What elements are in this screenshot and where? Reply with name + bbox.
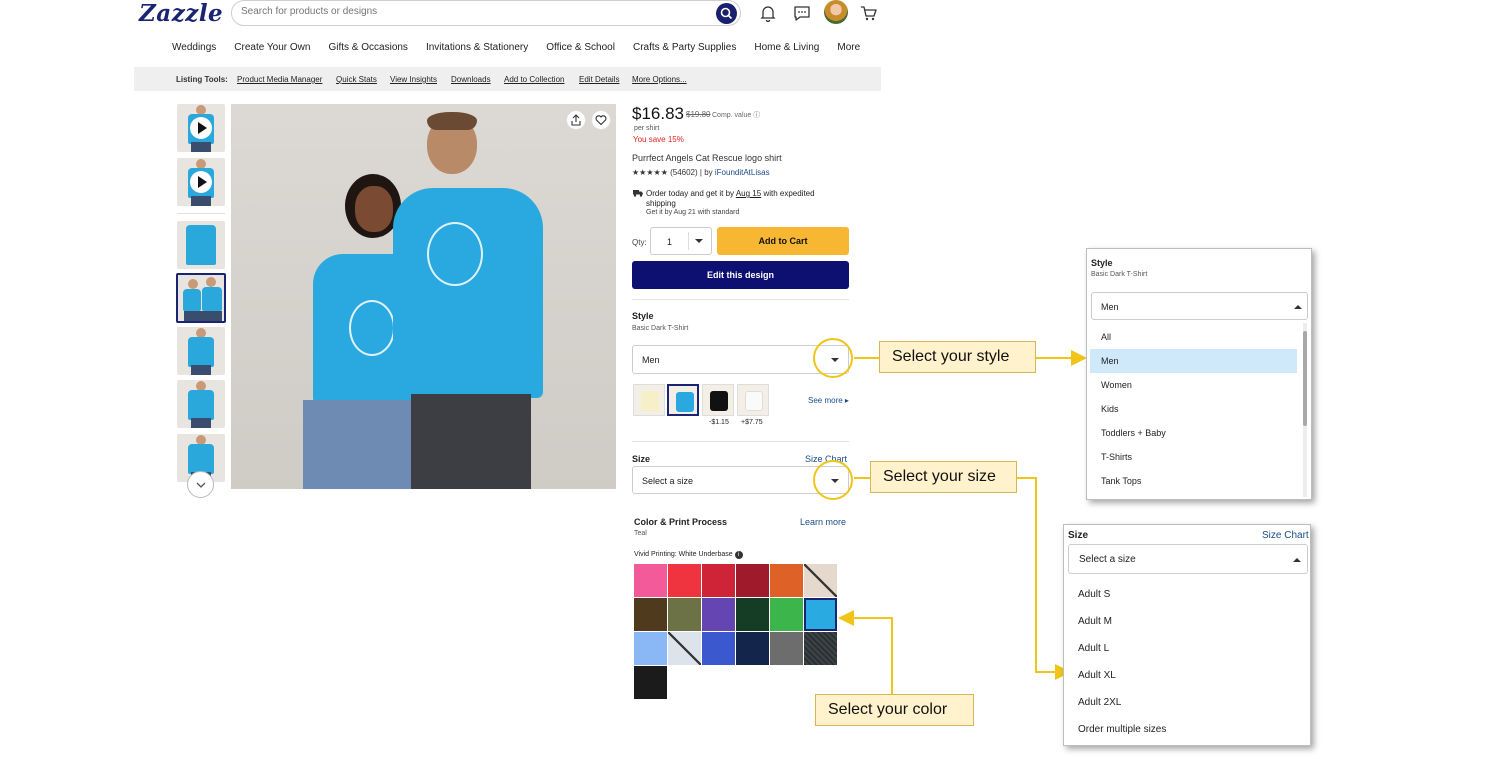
- style-option-men[interactable]: Men: [1101, 356, 1119, 366]
- style-popup-scrollbar-thumb[interactable]: [1303, 331, 1307, 426]
- caret-up-icon: [1293, 558, 1301, 562]
- popup-style-select-value: Men: [1101, 302, 1119, 312]
- style-option-highlight: [1090, 349, 1297, 373]
- popup-style-subheading: Basic Dark T-Shirt: [1091, 271, 1148, 278]
- size-option-adult-m[interactable]: Adult M: [1078, 616, 1112, 627]
- popup-size-select[interactable]: Select a size: [1068, 544, 1308, 574]
- size-option-multiple[interactable]: Order multiple sizes: [1078, 724, 1166, 735]
- size-option-adult-2xl[interactable]: Adult 2XL: [1078, 697, 1121, 708]
- style-option-toddlers-baby[interactable]: Toddlers + Baby: [1101, 428, 1166, 438]
- style-option-tank-tops[interactable]: Tank Tops: [1101, 476, 1141, 486]
- size-option-adult-l[interactable]: Adult L: [1078, 643, 1109, 654]
- size-dropdown-popup: Size Size Chart Select a size Adult S Ad…: [1063, 524, 1311, 746]
- style-option-t-shirts[interactable]: T-Shirts: [1101, 452, 1132, 462]
- popup-style-select[interactable]: Men: [1091, 292, 1308, 320]
- popup-size-heading: Size: [1068, 530, 1089, 541]
- style-dropdown-popup: Style Basic Dark T-Shirt Men All Men Wom…: [1086, 248, 1312, 500]
- popup-style-heading: Style: [1091, 258, 1113, 268]
- style-option-all[interactable]: All: [1101, 332, 1111, 342]
- callout-select-color: Select your color: [815, 694, 974, 726]
- caret-up-icon: [1294, 305, 1302, 309]
- style-option-women[interactable]: Women: [1101, 380, 1132, 390]
- popup-size-select-value: Select a size: [1079, 554, 1136, 565]
- popup-size-chart-link[interactable]: Size Chart: [1262, 530, 1309, 541]
- size-option-adult-s[interactable]: Adult S: [1078, 589, 1110, 600]
- callout-select-size: Select your size: [870, 461, 1017, 493]
- style-option-kids[interactable]: Kids: [1101, 404, 1119, 414]
- size-option-adult-xl[interactable]: Adult XL: [1078, 670, 1116, 681]
- callout-select-style: Select your style: [879, 341, 1036, 373]
